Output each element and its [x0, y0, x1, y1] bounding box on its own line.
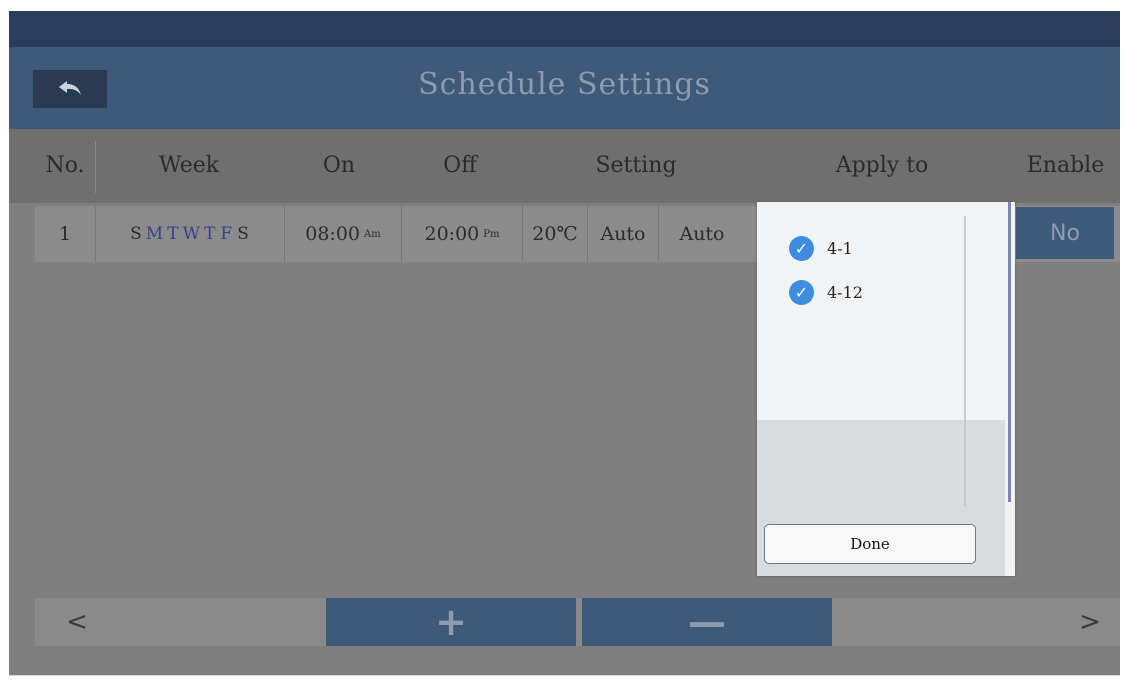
popup-scrollbar[interactable] [1008, 202, 1011, 502]
page-title: Schedule Settings [418, 67, 711, 102]
header-divider [95, 141, 96, 193]
title-bar: Schedule Settings [9, 47, 1120, 129]
col-setting: Setting [595, 153, 677, 178]
prev-page-button[interactable]: < [57, 598, 97, 646]
row-number: 1 [58, 223, 72, 245]
on-time-suffix: Am [364, 228, 381, 240]
top-strip [9, 11, 1120, 47]
day-thursday[interactable]: T [204, 224, 216, 244]
off-time-value: 20:00 [424, 223, 480, 245]
footer-strip [9, 675, 1120, 676]
remove-schedule-button[interactable]: — [582, 598, 832, 646]
col-week: Week [158, 153, 220, 178]
popup-divider [964, 216, 966, 506]
checkmark-icon[interactable]: ✓ [789, 236, 814, 261]
col-on: On [322, 153, 356, 178]
apply-item-4-12[interactable]: ✓ 4-12 [789, 280, 863, 305]
day-saturday[interactable]: S [237, 224, 250, 244]
col-apply-to: Apply to [835, 153, 929, 178]
checkmark-icon[interactable]: ✓ [789, 280, 814, 305]
col-off: Off [443, 153, 477, 178]
apply-item-4-1[interactable]: ✓ 4-1 [789, 236, 853, 261]
apply-item-label: 4-1 [827, 239, 853, 258]
table-header: No. Week On Off Setting Apply to Enable [9, 129, 1120, 203]
temperature-value[interactable]: 20℃ [523, 206, 587, 262]
col-enable: Enable [1026, 153, 1105, 178]
day-sunday[interactable]: S [130, 224, 143, 244]
off-time[interactable]: 20:00 Pm [402, 206, 522, 262]
day-friday[interactable]: F [220, 224, 233, 244]
on-time-value: 08:00 [305, 223, 361, 245]
day-monday[interactable]: M [146, 224, 164, 244]
apply-to-popup: ✓ 4-1 ✓ 4-12 Done [757, 202, 1015, 576]
enable-toggle[interactable]: No [1016, 207, 1114, 259]
col-no: No. [45, 153, 85, 178]
add-schedule-button[interactable]: + [326, 598, 576, 646]
day-wednesday[interactable]: W [183, 224, 201, 244]
fan-value[interactable]: Auto [659, 206, 745, 262]
off-time-suffix: Pm [483, 228, 500, 240]
day-tuesday[interactable]: T [167, 224, 179, 244]
week-days[interactable]: S M T W T F S [96, 206, 284, 262]
apply-item-label: 4-12 [827, 283, 863, 302]
schedule-settings-screen: Schedule Settings No. Week On Off Settin… [9, 11, 1120, 676]
bottom-nav: < + — > [35, 598, 1120, 646]
next-page-button[interactable]: > [1070, 598, 1110, 646]
mode-value[interactable]: Auto [588, 206, 658, 262]
done-button[interactable]: Done [764, 524, 976, 564]
on-time[interactable]: 08:00 Am [285, 206, 401, 262]
